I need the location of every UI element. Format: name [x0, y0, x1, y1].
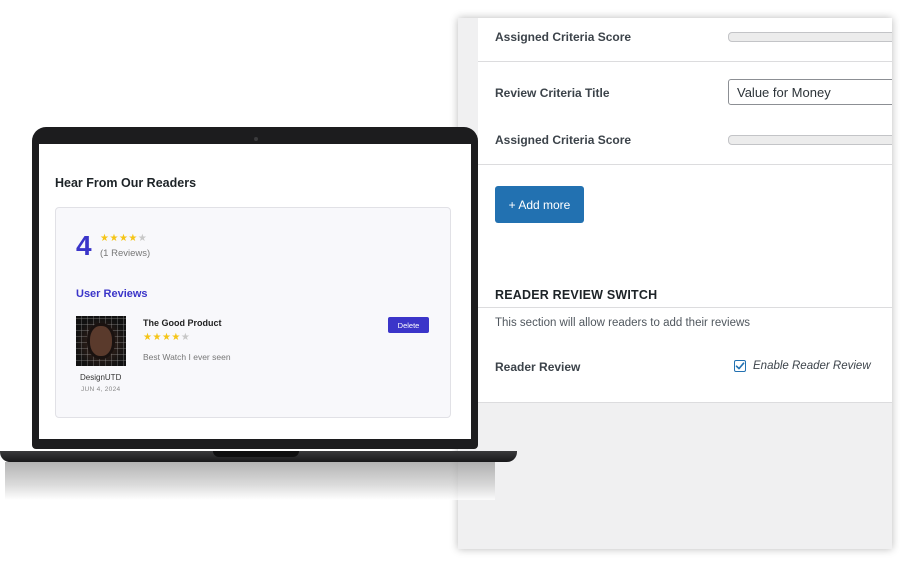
enable-reader-review-checkbox[interactable]: [734, 360, 746, 372]
delete-review-button[interactable]: Delete: [388, 317, 429, 333]
average-star-rating: ★★★★★: [100, 233, 147, 244]
admin-settings-panel: Assigned Criteria Score Review Criteria …: [458, 18, 892, 549]
review-settings-card: Assigned Criteria Score Review Criteria …: [478, 18, 892, 403]
star-icon: ★: [109, 233, 119, 244]
review-title: The Good Product: [143, 318, 222, 328]
laptop-mockup: Hear From Our Readers 4 ★★★★★ (1 Reviews…: [32, 127, 478, 449]
assigned-criteria-score-label: Assigned Criteria Score: [495, 30, 632, 44]
divider: [478, 61, 892, 62]
assigned-criteria-score-slider[interactable]: [728, 135, 892, 145]
laptop-shadow: [5, 462, 495, 500]
star-icon: ★: [118, 233, 129, 244]
laptop-notch: [213, 451, 299, 457]
add-more-button[interactable]: + Add more: [495, 186, 584, 223]
star-empty-icon: ★: [180, 332, 191, 343]
laptop-camera-icon: [254, 137, 258, 141]
review-criteria-title-label: Review Criteria Title: [495, 86, 610, 100]
reader-review-label: Reader Review: [495, 360, 581, 374]
average-score: 4: [76, 230, 92, 261]
reviews-widget: 4 ★★★★★ (1 Reviews) User Reviews DesignU…: [55, 207, 451, 418]
reviews-section-heading: Hear From Our Readers: [55, 176, 197, 190]
assigned-criteria-score-slider[interactable]: [728, 32, 892, 42]
star-icon: ★: [128, 233, 138, 244]
enable-reader-review-option[interactable]: Enable Reader Review: [734, 360, 871, 372]
star-icon: ★: [161, 332, 172, 343]
laptop-screen: Hear From Our Readers 4 ★★★★★ (1 Reviews…: [39, 144, 471, 439]
star-icon: ★: [171, 332, 181, 343]
assigned-criteria-score-label: Assigned Criteria Score: [495, 133, 632, 147]
reviewer-name: DesignUTD: [80, 373, 122, 382]
review-date: JUN 4, 2024: [81, 386, 121, 393]
divider: [478, 164, 892, 165]
section-heading: READER REVIEW SWITCH: [495, 288, 658, 302]
enable-reader-review-label: Enable Reader Review: [753, 360, 871, 372]
star-empty-icon: ★: [137, 233, 148, 244]
review-star-rating: ★★★★★: [143, 332, 190, 343]
star-icon: ★: [152, 332, 162, 343]
checkmark-icon: [735, 362, 745, 370]
divider: [478, 307, 892, 308]
reviewer-avatar: [76, 316, 126, 366]
section-description: This section will allow readers to add t…: [495, 317, 751, 329]
user-reviews-heading: User Reviews: [76, 288, 148, 300]
review-text: Best Watch I ever seen: [143, 352, 231, 362]
reviews-count: (1 Reviews): [100, 248, 151, 259]
review-criteria-title-input[interactable]: [728, 79, 892, 105]
